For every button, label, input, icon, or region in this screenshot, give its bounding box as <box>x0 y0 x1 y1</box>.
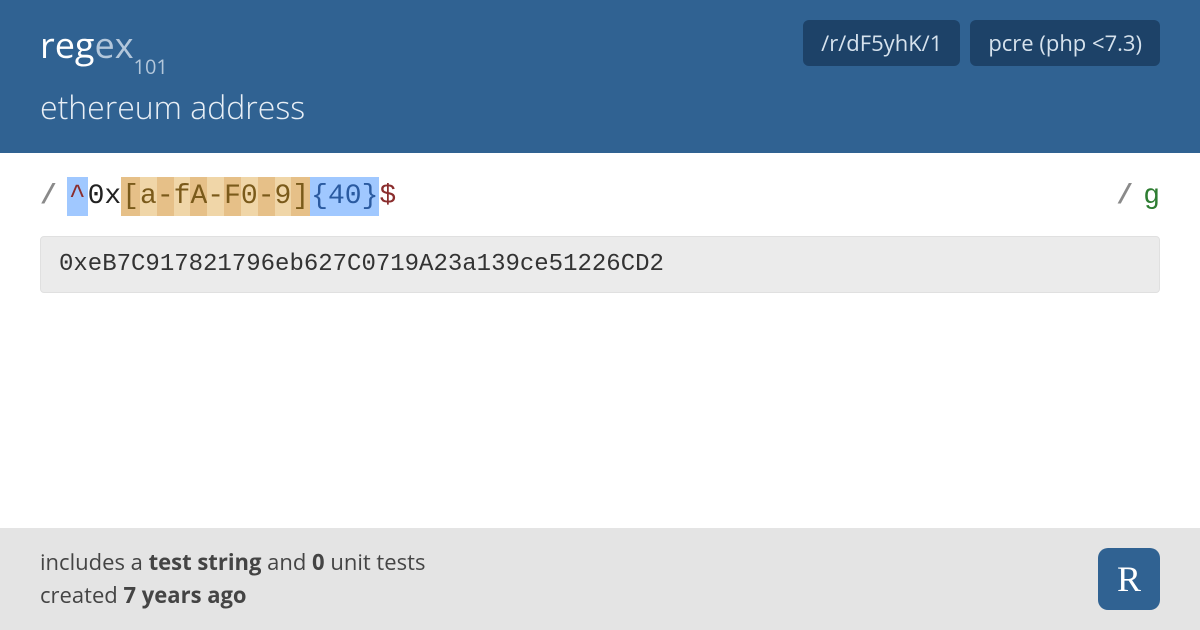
token-cc-dash1: - <box>157 177 174 216</box>
footer-line1: includes a test string and 0 unit tests <box>40 546 425 579</box>
footer: includes a test string and 0 unit tests … <box>0 528 1200 630</box>
badge-flavor[interactable]: pcre (php <7.3) <box>970 20 1160 66</box>
regex-open-delimiter: / <box>40 181 57 212</box>
footer-text: includes a test string and 0 unit tests … <box>40 546 425 612</box>
token-cc-A: A <box>190 177 207 216</box>
regex-close-delimiter: / <box>1116 181 1133 212</box>
logo[interactable]: regex101 <box>40 20 168 72</box>
token-cc-0: 0 <box>241 177 258 216</box>
footer-l2b: 7 years ago <box>123 580 246 610</box>
token-cc-close: ] <box>291 177 310 216</box>
footer-line2: created 7 years ago <box>40 579 425 612</box>
footer-l1a: includes a <box>40 547 149 577</box>
logo-sub: 101 <box>134 53 168 80</box>
test-string[interactable]: 0xeB7C917821796eb627C0719A23a139ce51226C… <box>40 236 1160 293</box>
badge-path[interactable]: /r/dF5yhK/1 <box>803 20 960 66</box>
header: regex101 /r/dF5yhK/1 pcre (php <7.3) eth… <box>0 0 1200 153</box>
footer-l1d: 0 <box>312 547 325 577</box>
logo-reg: reg <box>40 20 94 69</box>
token-dollar: $ <box>379 177 396 216</box>
footer-l1c: and <box>261 547 312 577</box>
token-literal-0x: 0x <box>88 177 122 216</box>
regex-flags[interactable]: g <box>1143 181 1160 212</box>
token-cc-9: 9 <box>275 177 292 216</box>
regex-line: / ^0x[a-fA-F0-9]{40}$ / g <box>40 177 1160 216</box>
header-top: regex101 /r/dF5yhK/1 pcre (php <7.3) <box>40 20 1160 72</box>
logo-ex: ex <box>94 20 133 69</box>
token-cc-open: [ <box>121 177 140 216</box>
token-cc-F: F <box>224 177 241 216</box>
page-title: ethereum address <box>40 86 1160 129</box>
footer-l1b: test string <box>149 547 262 577</box>
token-quantifier: {40} <box>310 177 379 216</box>
token-cc-dash2: - <box>207 177 224 216</box>
token-caret: ^ <box>67 177 88 216</box>
token-cc-dash3: - <box>258 177 275 216</box>
content: / ^0x[a-fA-F0-9]{40}$ / g 0xeB7C91782179… <box>0 153 1200 293</box>
badges: /r/dF5yhK/1 pcre (php <7.3) <box>803 20 1160 66</box>
footer-l2a: created <box>40 580 123 610</box>
token-cc-a: a <box>140 177 157 216</box>
token-cc-f: f <box>174 177 191 216</box>
footer-l1e: unit tests <box>325 547 426 577</box>
app-icon-letter: R <box>1117 558 1141 600</box>
app-icon[interactable]: R <box>1098 548 1160 610</box>
regex-body[interactable]: ^0x[a-fA-F0-9]{40}$ <box>67 177 396 216</box>
